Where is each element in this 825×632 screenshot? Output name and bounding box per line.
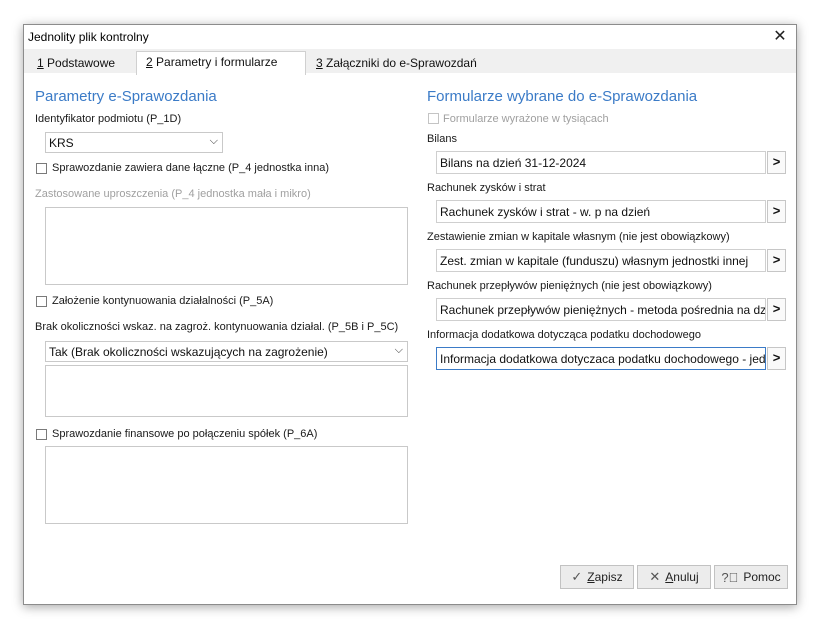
close-x-icon: ✕ — [649, 569, 661, 584]
title-bar: Jednolity plik kontrolny ✕ — [24, 25, 796, 49]
balance-field[interactable]: Bilans na dzień 31-12-2024 — [436, 151, 766, 174]
merger-checkbox[interactable] — [36, 429, 47, 440]
pl-value: Rachunek zysków i strat - w. p na dzień — [440, 205, 651, 219]
threat-label: Brak okoliczności wskaz. na zagroż. kont… — [35, 321, 399, 333]
chevron-down-icon: ⌵ — [209, 135, 218, 147]
pl-field[interactable]: Rachunek zysków i strat - w. p na dzień — [436, 200, 766, 223]
threat-textarea[interactable] — [45, 365, 408, 417]
tax-info-value: Informacja dodatkowa dotyczaca podatku d… — [440, 352, 766, 366]
id-select-value: KRS — [49, 136, 74, 150]
id-label: Identyfikator podmiotu (P_1D) — [35, 113, 182, 125]
help-label: Pomoc — [743, 570, 781, 584]
balance-label: Bilans — [427, 133, 457, 145]
equity-label: Zestawienie zmian w kapitale własnym (ni… — [427, 231, 730, 243]
tab-zalaczniki[interactable]: 3 Załączniki do e-Sprawozdań — [316, 53, 477, 73]
tax-info-label: Informacja dodatkowa dotycząca podatku d… — [427, 329, 701, 341]
save-button[interactable]: ✓ Zapisz — [560, 565, 634, 589]
cancel-button[interactable]: ✕ Anuluj — [637, 565, 711, 589]
close-icon[interactable]: ✕ — [770, 27, 790, 47]
cancel-label: Anuluj — [665, 570, 699, 584]
tab-podstawowe[interactable]: 1 Podstawowe — [37, 53, 115, 73]
merger-label: Sprawozdanie finansowe po połączeniu spó… — [52, 428, 318, 440]
thousands-label: Formularze wyrażone w tysiącach — [443, 113, 609, 125]
continuation-label: Założenie kontynuowania działalności (P_… — [52, 295, 274, 307]
joint-data-checkbox[interactable] — [36, 163, 47, 174]
pl-select-button[interactable]: > — [767, 200, 786, 223]
simplifications-textarea[interactable] — [45, 207, 408, 285]
save-label: Zapisz — [587, 570, 623, 584]
joint-data-label: Sprawozdanie zawiera dane łączne (P_4 je… — [52, 162, 330, 174]
help-button[interactable]: ?⃝ Pomoc — [714, 565, 788, 589]
threat-select-value: Tak (Brak okoliczności wskazujących na z… — [49, 345, 328, 359]
balance-value: Bilans na dzień 31-12-2024 — [440, 156, 587, 170]
merger-textarea[interactable] — [45, 446, 408, 524]
cashflow-field[interactable]: Rachunek przepływów pieniężnych - metoda… — [436, 298, 766, 321]
pl-label: Rachunek zysków i strat — [427, 182, 546, 194]
cashflow-label: Rachunek przepływów pieniężnych (nie jes… — [427, 280, 712, 292]
equity-field[interactable]: Zest. zmian w kapitale (funduszu) własny… — [436, 249, 766, 272]
cashflow-value: Rachunek przepływów pieniężnych - metoda… — [440, 303, 766, 317]
equity-select-button[interactable]: > — [767, 249, 786, 272]
id-select[interactable]: KRS ⌵ — [45, 132, 223, 153]
continuation-checkbox[interactable] — [36, 296, 47, 307]
right-section-heading: Formularze wybrane do e-Sprawozdania — [427, 88, 698, 105]
tab-parametry-i-formularze[interactable]: 2 Parametry i formularze — [136, 51, 306, 75]
threat-select[interactable]: Tak (Brak okoliczności wskazujących na z… — [45, 341, 408, 362]
checkmark-icon: ✓ — [571, 569, 583, 584]
equity-value: Zest. zmian w kapitale (funduszu) własny… — [440, 254, 749, 268]
simplifications-label: Zastosowane uproszczenia (P_4 jednostka … — [35, 188, 311, 200]
window-title: Jednolity plik kontrolny — [28, 30, 149, 44]
chevron-down-icon: ⌵ — [394, 344, 403, 356]
jpk-dialog: Jednolity plik kontrolny ✕ 1 Podstawowe … — [23, 24, 797, 605]
tax-info-select-button[interactable]: > — [767, 347, 786, 370]
tax-info-field[interactable]: Informacja dodatkowa dotyczaca podatku d… — [436, 347, 766, 370]
left-section-heading: Parametry e-Sprawozdania — [35, 88, 217, 105]
balance-select-button[interactable]: > — [767, 151, 786, 174]
help-icon: ?⃝ — [721, 569, 739, 585]
thousands-checkbox[interactable] — [428, 113, 439, 124]
cashflow-select-button[interactable]: > — [767, 298, 786, 321]
